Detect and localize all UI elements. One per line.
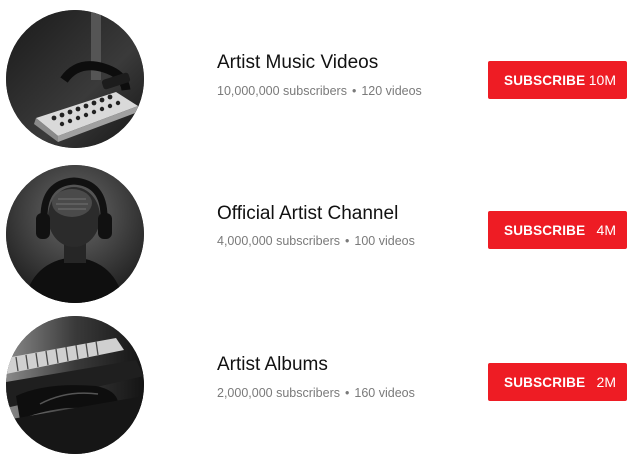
channel-row: Artist Albums 2,000,000 subscribers • 160 … <box>0 316 640 456</box>
subscriber-count: 10,000,000 subscribers <box>217 84 347 98</box>
channel-avatar[interactable] <box>6 316 144 454</box>
channel-list: Artist Music Videos 10,000,000 subscribe… <box>0 0 640 468</box>
channel-name[interactable]: Official Artist Channel <box>217 203 398 225</box>
subscribe-count: 4M <box>596 222 616 238</box>
channel-meta: 2,000,000 subscribers • 160 videos <box>217 386 415 400</box>
channel-row: Official Artist Channel 4,000,000 subscr… <box>0 165 640 305</box>
subscribe-count: 2M <box>596 374 616 390</box>
separator-dot: • <box>351 84 357 98</box>
subscribe-count: 10M <box>588 72 616 88</box>
separator-dot: • <box>345 386 350 400</box>
subscriber-count: 2,000,000 subscribers <box>217 386 340 400</box>
channel-avatar[interactable] <box>6 10 144 148</box>
video-count: 160 videos <box>354 386 415 400</box>
subscriber-count: 4,000,000 subscribers <box>217 234 340 248</box>
channel-meta: 10,000,000 subscribers • 120 videos <box>217 84 422 98</box>
keyboard-hands-photo-icon <box>6 316 144 454</box>
headphones-person-photo-icon <box>6 165 144 303</box>
mixing-console-photo-icon <box>6 10 144 148</box>
subscribe-label: SUBSCRIBE <box>504 222 586 238</box>
channel-name[interactable]: Artist Albums <box>217 354 328 376</box>
separator-dot: • <box>345 234 350 248</box>
subscribe-button[interactable]: SUBSCRIBE 2M <box>488 363 627 401</box>
channel-name[interactable]: Artist Music Videos <box>217 52 378 74</box>
video-count: 100 videos <box>354 234 415 248</box>
subscribe-label: SUBSCRIBE <box>504 374 586 390</box>
channel-meta: 4,000,000 subscribers • 100 videos <box>217 234 415 248</box>
subscribe-button[interactable]: SUBSCRIBE 10M <box>488 61 627 99</box>
channel-avatar[interactable] <box>6 165 144 303</box>
video-count: 120 videos <box>361 84 422 98</box>
subscribe-button[interactable]: SUBSCRIBE 4M <box>488 211 627 249</box>
subscribe-label: SUBSCRIBE <box>504 72 586 88</box>
channel-row: Artist Music Videos 10,000,000 subscribe… <box>0 10 640 150</box>
